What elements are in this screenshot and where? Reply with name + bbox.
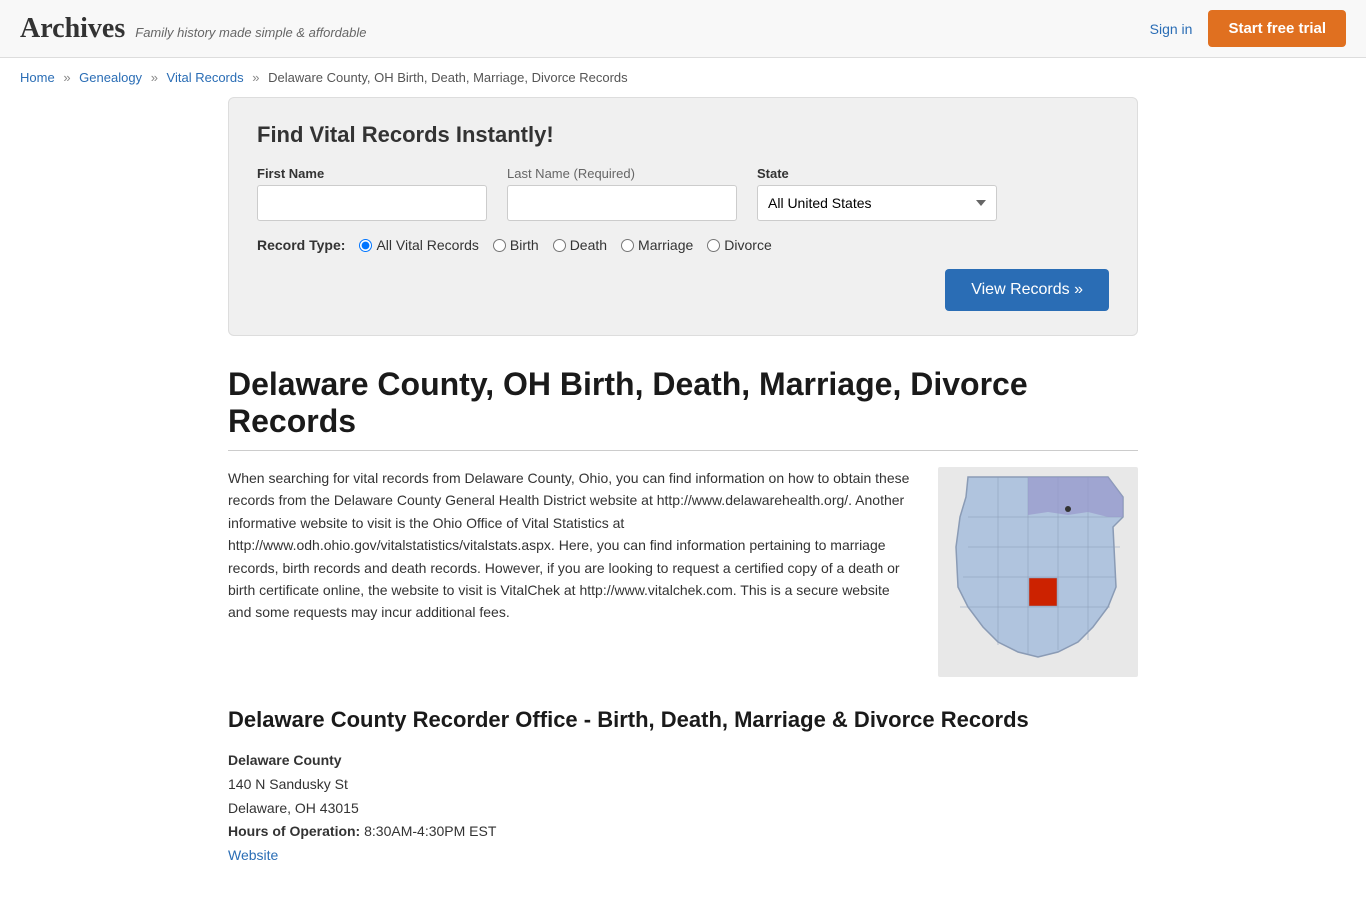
hours-label: Hours of Operation:	[228, 823, 360, 839]
state-select[interactable]: All United States	[757, 185, 997, 221]
radio-divorce-input[interactable]	[707, 239, 720, 252]
last-name-field-group: Last Name (Required)	[507, 166, 737, 221]
radio-marriage[interactable]: Marriage	[621, 237, 693, 253]
record-type-label: Record Type:	[257, 237, 345, 253]
breadcrumb-current: Delaware County, OH Birth, Death, Marria…	[268, 70, 628, 85]
radio-birth-label: Birth	[510, 237, 539, 253]
site-logo: Archives	[20, 13, 125, 45]
ohio-map-area	[938, 467, 1138, 677]
radio-marriage-label: Marriage	[638, 237, 693, 253]
radio-death[interactable]: Death	[553, 237, 607, 253]
first-name-input[interactable]	[257, 185, 487, 221]
office-name: Delaware County	[228, 749, 1138, 773]
first-name-field-group: First Name	[257, 166, 487, 221]
breadcrumb-sep-3: »	[252, 70, 259, 85]
radio-all-vital[interactable]: All Vital Records	[359, 237, 478, 253]
recorder-section-title: Delaware County Recorder Office - Birth,…	[228, 707, 1138, 733]
site-tagline: Family history made simple & affordable	[135, 25, 366, 40]
last-name-input[interactable]	[507, 185, 737, 221]
search-title: Find Vital Records Instantly!	[257, 122, 1109, 148]
record-type-row: Record Type: All Vital Records Birth Dea…	[257, 237, 1109, 253]
office-hours: Hours of Operation: 8:30AM-4:30PM EST	[228, 820, 1138, 844]
title-divider	[228, 450, 1138, 451]
first-name-label: First Name	[257, 166, 487, 181]
page-description: When searching for vital records from De…	[228, 467, 914, 677]
page-title: Delaware County, OH Birth, Death, Marria…	[228, 366, 1138, 440]
state-label: State	[757, 166, 997, 181]
radio-death-label: Death	[570, 237, 607, 253]
radio-birth[interactable]: Birth	[493, 237, 539, 253]
ohio-map	[938, 467, 1138, 677]
content-area: When searching for vital records from De…	[228, 467, 1138, 677]
search-fields: First Name Last Name (Required) State Al…	[257, 166, 1109, 221]
breadcrumb-genealogy[interactable]: Genealogy	[79, 70, 142, 85]
site-header: Archives Family history made simple & af…	[0, 0, 1366, 58]
office-address-1: 140 N Sandusky St	[228, 773, 1138, 797]
ohio-map-svg	[938, 467, 1138, 677]
header-nav: Sign in Start free trial	[1150, 10, 1346, 47]
logo-area: Archives Family history made simple & af…	[20, 13, 366, 45]
state-field-group: State All United States	[757, 166, 997, 221]
office-info: Delaware County 140 N Sandusky St Delawa…	[228, 749, 1138, 868]
office-website-link[interactable]: Website	[228, 847, 278, 863]
last-name-label: Last Name (Required)	[507, 166, 737, 181]
radio-divorce[interactable]: Divorce	[707, 237, 771, 253]
search-actions: View Records »	[257, 269, 1109, 311]
radio-death-input[interactable]	[553, 239, 566, 252]
radio-divorce-label: Divorce	[724, 237, 771, 253]
search-box: Find Vital Records Instantly! First Name…	[228, 97, 1138, 336]
radio-marriage-input[interactable]	[621, 239, 634, 252]
breadcrumb-vital-records[interactable]: Vital Records	[167, 70, 244, 85]
main-content: Find Vital Records Instantly! First Name…	[208, 97, 1158, 908]
radio-all-vital-label: All Vital Records	[376, 237, 478, 253]
breadcrumb-sep-1: »	[63, 70, 70, 85]
office-address-2: Delaware, OH 43015	[228, 797, 1138, 821]
view-records-button[interactable]: View Records »	[945, 269, 1109, 311]
sign-in-link[interactable]: Sign in	[1150, 21, 1193, 37]
radio-all-vital-input[interactable]	[359, 239, 372, 252]
breadcrumb-home[interactable]: Home	[20, 70, 55, 85]
breadcrumb: Home » Genealogy » Vital Records » Delaw…	[0, 58, 1366, 97]
hours-text: 8:30AM-4:30PM EST	[364, 823, 496, 839]
radio-birth-input[interactable]	[493, 239, 506, 252]
breadcrumb-sep-2: »	[151, 70, 158, 85]
start-trial-button[interactable]: Start free trial	[1208, 10, 1346, 47]
